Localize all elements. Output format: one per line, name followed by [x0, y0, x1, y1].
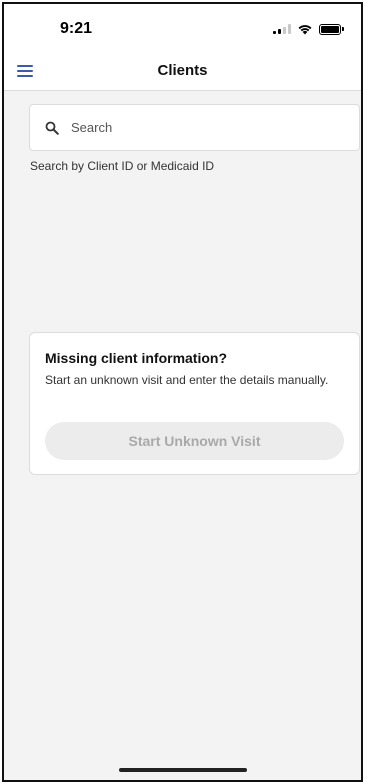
status-bar: 9:21 — [4, 4, 361, 52]
page-title: Clients — [157, 62, 208, 79]
status-time: 9:21 — [60, 20, 93, 37]
search-input[interactable] — [71, 120, 331, 135]
status-icons — [273, 23, 344, 35]
battery-level — [321, 25, 339, 33]
search-box[interactable] — [29, 104, 360, 151]
home-indicator[interactable] — [118, 768, 247, 772]
search-helper-text: Search by Client ID or Medicaid ID — [30, 159, 215, 173]
card-description: Start an unknown visit and enter the det… — [45, 373, 329, 387]
phone-frame: 9:21 Clients Search Search by Client ID … — [2, 2, 363, 782]
battery-icon — [319, 23, 344, 35]
start-unknown-visit-button[interactable]: Start Unknown Visit — [45, 422, 344, 460]
search-icon — [45, 121, 59, 135]
app-header: Clients — [4, 52, 361, 91]
card-title: Missing client information? — [45, 350, 228, 366]
missing-client-card: Missing client information? Start an unk… — [29, 332, 360, 475]
wifi-icon — [298, 25, 312, 35]
signal-icon — [273, 24, 291, 34]
